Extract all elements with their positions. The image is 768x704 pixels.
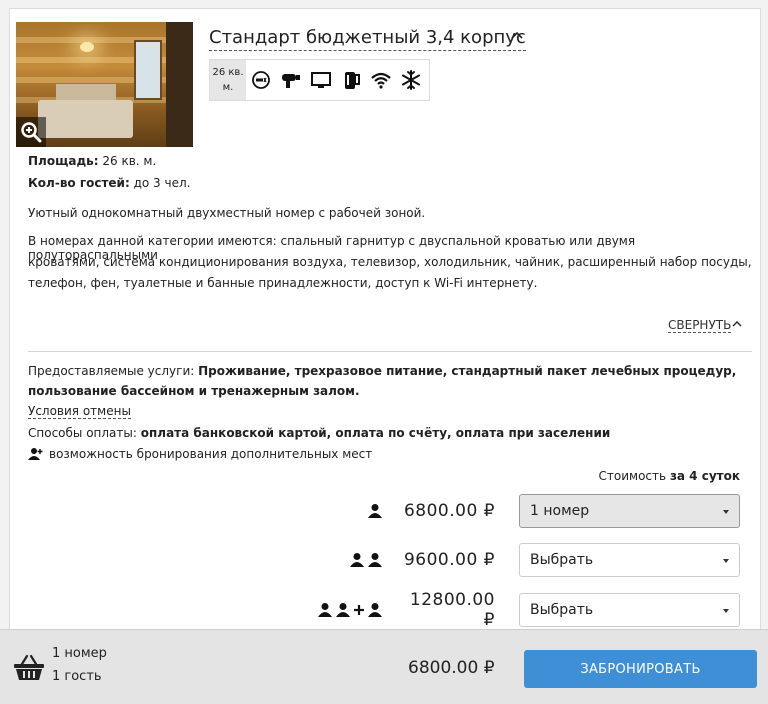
caret-down-icon [723, 559, 729, 563]
room-count-select[interactable]: 1 номер [519, 494, 740, 528]
price-row: 6800.00 ₽ 1 номер [367, 494, 740, 528]
description-line: кроватями, система кондиционирования воз… [28, 255, 752, 269]
caret-down-icon [723, 510, 729, 514]
no-smoking-icon [246, 60, 276, 100]
room-photo[interactable] [16, 22, 193, 147]
booking-footer: 1 номер 1 гость 6800.00 ₽ ЗАБРОНИРОВАТЬ [0, 629, 768, 704]
services-line: Предоставляемые услуги: Проживание, трех… [28, 364, 737, 378]
zoom-icon[interactable] [16, 117, 46, 147]
person-icon [350, 553, 364, 567]
selected-rooms-count: 1 номер [52, 646, 107, 661]
persons-2-plus-1 [317, 602, 383, 618]
extra-beds-line: возможность бронирования дополнительных … [28, 447, 372, 461]
description-line: телефон, фен, туалетные и банные принадл… [28, 276, 538, 290]
add-person-icon [28, 448, 43, 460]
kettle-icon [336, 60, 366, 100]
cancellation-terms-link[interactable]: Условия отмены [28, 404, 131, 419]
chevron-up-icon[interactable] [511, 30, 523, 40]
services-line: пользование бассейном и тренажерным зало… [28, 384, 360, 398]
person-icon [368, 553, 382, 567]
person-icon [368, 603, 382, 617]
guests-line: Кол-во гостей: до 3 чел. [28, 176, 191, 190]
selected-guests-count: 1 гость [52, 669, 102, 684]
plus-icon [354, 605, 364, 615]
price-row: 9600.00 ₽ Выбрать [349, 543, 740, 577]
area-line: Площадь: 26 кв. м. [28, 154, 157, 168]
room-count-select[interactable]: Выбрать [519, 543, 740, 577]
caret-down-icon [723, 609, 729, 613]
hairdryer-icon [276, 60, 306, 100]
basket-icon [14, 654, 44, 680]
air-conditioning-icon [396, 60, 426, 100]
chevron-up-icon[interactable] [732, 320, 742, 328]
room-title[interactable]: Стандарт бюджетный 3,4 корпус [209, 26, 526, 51]
persons-2 [349, 552, 383, 568]
price-value: 9600.00 ₽ [403, 550, 495, 570]
book-button[interactable]: ЗАБРОНИРОВАТЬ [524, 650, 757, 688]
amenities-bar: 26 кв. м. [209, 59, 430, 101]
price-value: 12800.00 ₽ [409, 590, 495, 630]
collapse-link[interactable]: СВЕРНУТЬ [668, 318, 732, 333]
price-row: 12800.00 ₽ Выбрать [317, 590, 740, 630]
tv-icon [306, 60, 336, 100]
room-count-select[interactable]: Выбрать [519, 593, 740, 627]
total-price: 6800.00 ₽ [408, 658, 495, 678]
person-icon [336, 603, 350, 617]
person-icon [318, 603, 332, 617]
price-value: 6800.00 ₽ [403, 501, 495, 521]
divider [28, 351, 752, 352]
cost-period: Стоимость за 4 суток [598, 469, 740, 483]
description-short: Уютный однокомнатный двухместный номер с… [28, 206, 426, 220]
wifi-icon [366, 60, 396, 100]
person-icon [368, 504, 382, 518]
persons-1 [367, 503, 383, 519]
area-badge: 26 кв. м. [210, 60, 246, 100]
payment-line: Способы оплаты: оплата банковской картой… [28, 426, 611, 440]
room-card: Стандарт бюджетный 3,4 корпус 26 кв. м. … [9, 8, 761, 648]
